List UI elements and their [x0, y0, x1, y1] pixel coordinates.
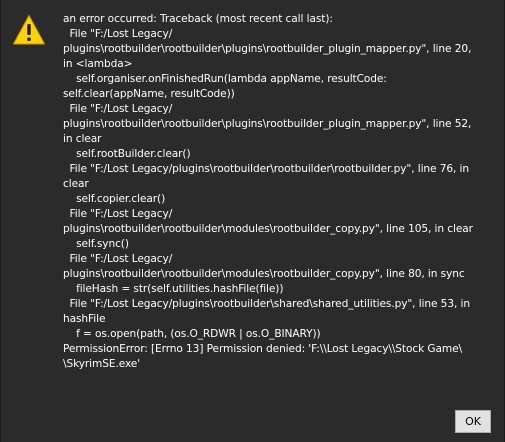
error-dialog: an error occurred: Traceback (most recen… — [0, 0, 505, 442]
error-message: an error occurred: Traceback (most recen… — [63, 12, 493, 372]
message-line: File "F:/Lost Legacy/plugins\rootbuilder… — [63, 163, 470, 175]
message-line: self.sync() — [63, 238, 129, 250]
warning-icon — [13, 15, 45, 45]
message-line: File "F:/Lost Legacy/plugins\rootbuilder… — [63, 298, 471, 310]
message-line: self.copier.clear() — [63, 193, 166, 205]
message-line: self.organiser.onFinishedRun(lambda appN… — [63, 73, 387, 85]
message-line: File "F:/Lost Legacy/ — [63, 103, 173, 115]
message-line: File "F:/Lost Legacy/ — [63, 208, 173, 220]
message-line: \SkyrimSE.exe' — [63, 358, 141, 370]
message-line: self.clear(appName, resultCode)) — [63, 88, 235, 100]
message-line: hashFile — [63, 313, 106, 325]
message-line: plugins\rootbuilder\rootbuilder\plugins\… — [63, 43, 472, 55]
message-line: plugins\rootbuilder\rootbuilder\plugins\… — [63, 118, 472, 130]
message-line: fileHash = str(self.utilities.hashFile(f… — [63, 283, 284, 295]
message-line: an error occurred: Traceback (most recen… — [63, 13, 333, 25]
message-line: File "F:/Lost Legacy/ — [63, 28, 173, 40]
message-line: in <lambda> — [63, 58, 133, 70]
ok-button[interactable]: OK — [455, 410, 491, 433]
message-line: self.rootBuilder.clear() — [63, 148, 191, 160]
message-line: plugins\rootbuilder\rootbuilder\modules\… — [63, 268, 465, 280]
message-line: in clear — [63, 133, 102, 145]
message-line: clear — [63, 178, 89, 190]
message-line: plugins\rootbuilder\rootbuilder\modules\… — [63, 223, 473, 235]
message-line: File "F:/Lost Legacy/ — [63, 253, 173, 265]
message-line: PermissionError: [Errno 13] Permission d… — [63, 343, 463, 355]
message-line: f = os.open(path, (os.O_RDWR | os.O_BINA… — [63, 328, 321, 340]
